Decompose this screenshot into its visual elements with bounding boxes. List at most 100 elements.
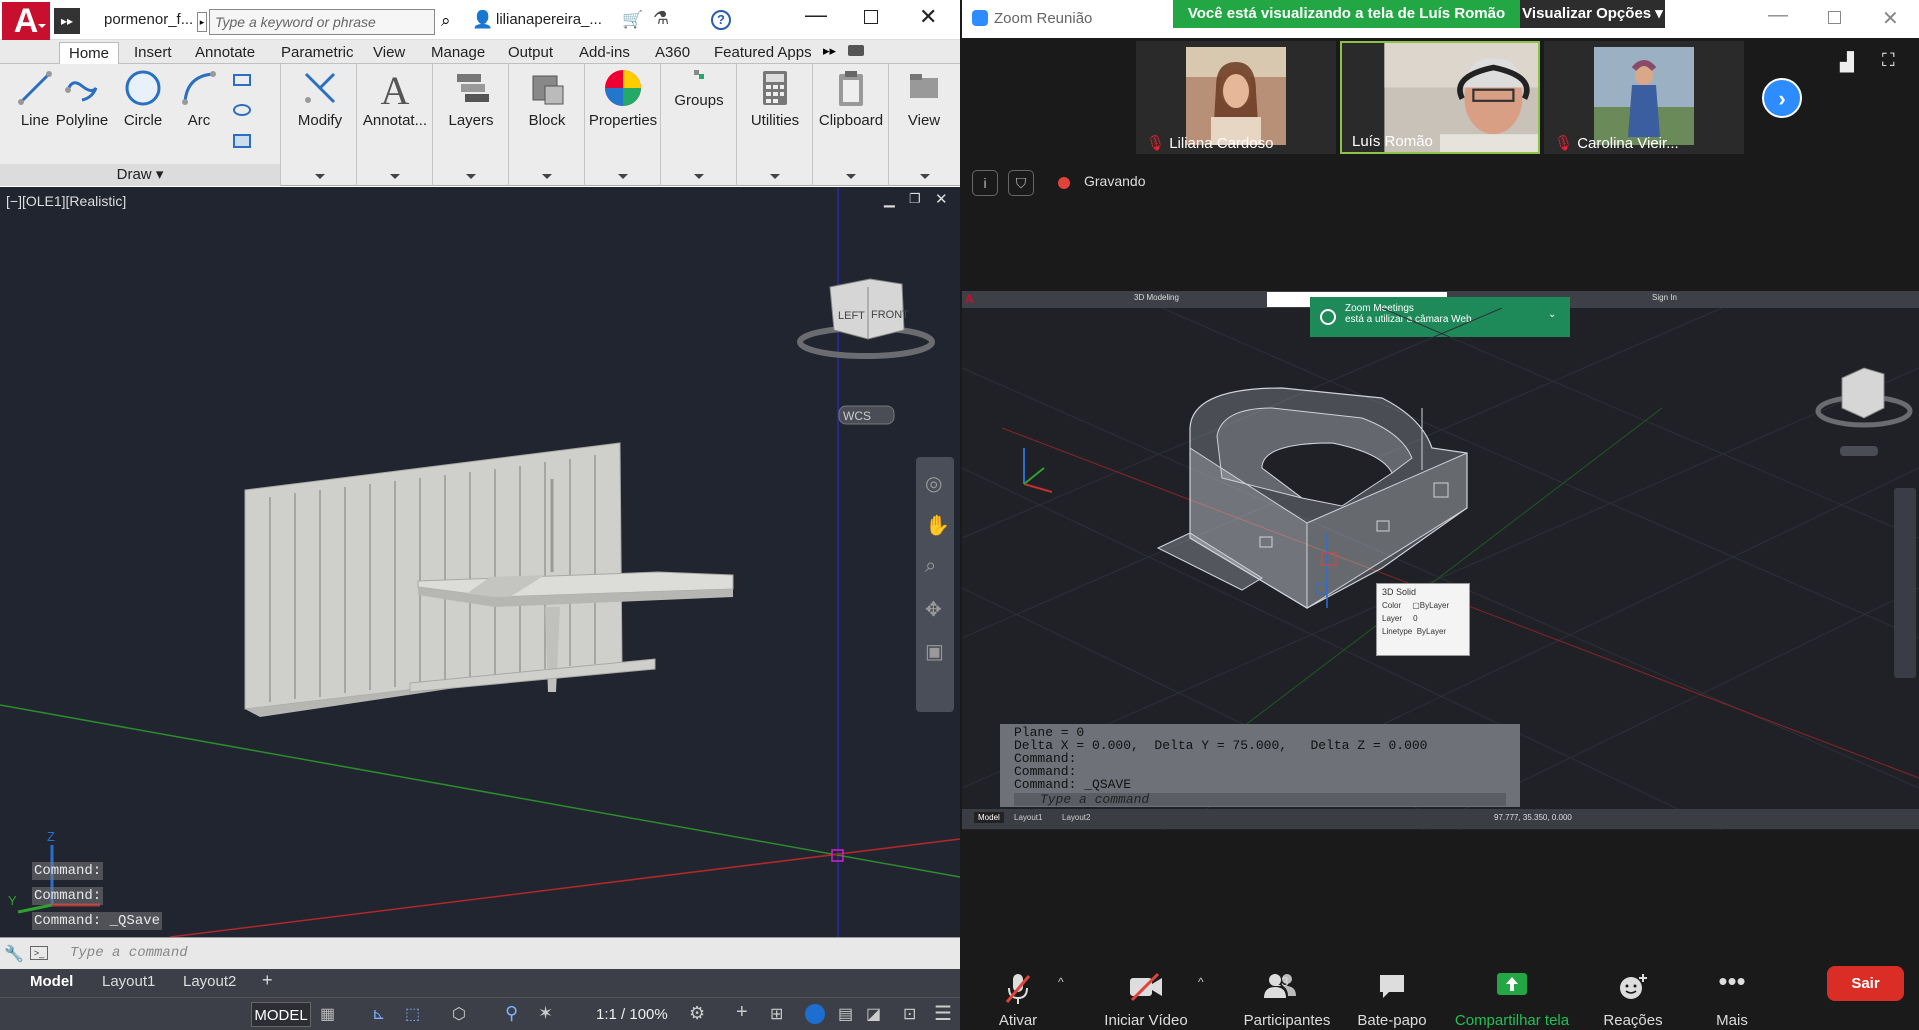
rectangle-icon[interactable]	[233, 74, 251, 86]
block-panel[interactable]: Block	[509, 64, 585, 186]
layers-tool[interactable]: Layers	[436, 68, 506, 129]
chevron-down-icon[interactable]	[770, 174, 780, 184]
hardware-accel-icon[interactable]	[805, 1004, 825, 1024]
steering-wheel-icon[interactable]: ◎	[925, 471, 942, 496]
tab-addins[interactable]: Add-ins	[570, 42, 639, 64]
tab-arrow-icon[interactable]: ▸	[197, 12, 207, 32]
block-tool[interactable]: Block	[512, 68, 582, 129]
view-options-button[interactable]: Visualizar Opções ▾	[1520, 0, 1665, 28]
fullscreen-icon[interactable]: ⊡	[903, 1004, 916, 1024]
tab-parametric[interactable]: Parametric	[272, 42, 363, 64]
showmotion-icon[interactable]: ▣	[925, 639, 944, 664]
chevron-down-icon[interactable]	[618, 174, 628, 184]
annotation-scale-icon[interactable]: ⚲	[505, 1003, 518, 1024]
tab-manage[interactable]: Manage	[422, 42, 494, 64]
chevron-down-icon[interactable]	[846, 174, 856, 184]
chevron-down-icon[interactable]	[694, 174, 704, 184]
participant-tile[interactable]: 🎙 Carolina Vieir...	[1544, 41, 1744, 154]
viewcube-left[interactable]: LEFT	[838, 310, 865, 322]
annotation-tool[interactable]: A Annotat...	[360, 68, 430, 129]
search-input[interactable]: Type a keyword or phrase	[209, 9, 435, 35]
snap-icon[interactable]: ⊾	[372, 1004, 385, 1024]
chevron-down-icon[interactable]	[390, 174, 400, 184]
pan-icon[interactable]: ✋	[925, 513, 950, 538]
grid-icon[interactable]: ▦	[320, 1004, 335, 1024]
model-viewport[interactable]: [−][OLE1][Realistic] ▁ ❐ ✕ LEFT FRONT WC…	[0, 187, 960, 937]
wcs-label[interactable]: WCS	[843, 409, 871, 423]
ui-elements-icon[interactable]: ⊞	[770, 1004, 783, 1024]
clean-screen-icon[interactable]: ◪	[866, 1004, 881, 1024]
workspace-gear-icon[interactable]: ⚙	[689, 1003, 705, 1024]
tab-view[interactable]: View	[364, 42, 414, 64]
wrench-icon[interactable]: 🔧	[4, 944, 24, 964]
participant-tile-active[interactable]: Luís Romão	[1340, 41, 1540, 154]
isometric-icon[interactable]: ⬡	[452, 1004, 466, 1024]
draw-panel-title[interactable]: Draw ▾	[0, 164, 280, 186]
chevron-down-icon[interactable]	[466, 174, 476, 184]
tab-a360[interactable]: A360	[646, 42, 699, 64]
maximize-icon[interactable]	[864, 10, 878, 24]
tab-layout1[interactable]: Layout1	[102, 973, 155, 990]
orbit-icon[interactable]: ✥	[925, 597, 942, 622]
leave-button[interactable]: Sair	[1827, 966, 1904, 1001]
customize-menu-icon[interactable]: ☰	[934, 1001, 952, 1026]
layers-panel[interactable]: Layers	[433, 64, 509, 186]
a360-icon[interactable]: ⚗	[653, 8, 669, 29]
viewport-scale[interactable]: 1:1 / 100%	[596, 1006, 668, 1023]
add-layout-icon[interactable]: +	[262, 970, 273, 991]
cart-icon[interactable]: 🛒	[622, 10, 643, 30]
info-icon[interactable]: i	[972, 170, 998, 196]
fullscreen-icon[interactable]: ⛶	[1882, 50, 1895, 71]
modify-panel[interactable]: Modify	[283, 64, 357, 186]
viewcube-front[interactable]: FRONT	[871, 309, 909, 321]
hatch-icon[interactable]	[233, 134, 251, 148]
chevron-up-icon[interactable]: ^	[1058, 975, 1064, 989]
tab-layout2[interactable]: Layout2	[183, 973, 236, 990]
minimize-icon[interactable]: —	[1768, 4, 1788, 27]
participant-tile[interactable]: 🎙 Liliana Cardoso	[1136, 41, 1336, 154]
polyline-tool[interactable]: Polyline	[47, 68, 117, 129]
clipboard-tool[interactable]: Clipboard	[816, 68, 886, 129]
model-space-button[interactable]: MODEL	[251, 1002, 311, 1027]
close-icon[interactable]: ✕	[1882, 6, 1899, 31]
utilities-panel[interactable]: Utilities	[737, 64, 813, 186]
command-prompt-icon[interactable]: >_	[30, 946, 48, 960]
properties-tool[interactable]: Properties	[588, 68, 658, 129]
annotation-visibility-icon[interactable]: ✶	[538, 1003, 553, 1024]
ortho-icon[interactable]: ⬚	[405, 1004, 420, 1024]
minimize-icon[interactable]: —	[805, 2, 827, 28]
add-icon[interactable]: +	[736, 1001, 748, 1024]
groups-panel[interactable]: Groups	[661, 64, 737, 186]
security-shield-icon[interactable]: ⛉	[1008, 170, 1034, 196]
arc-tool[interactable]: Arc	[164, 68, 234, 129]
tab-annotate[interactable]: Annotate	[186, 42, 264, 64]
tab-featured-apps[interactable]: Featured Apps	[705, 42, 821, 64]
command-line[interactable]: 🔧 >_ Type a command ▴	[0, 937, 960, 969]
user-icon[interactable]: 👤	[472, 10, 493, 30]
autocad-logo[interactable]: A	[2, 2, 50, 40]
modify-tool[interactable]: Modify	[285, 68, 355, 129]
expand-icon[interactable]: ▸▸	[54, 8, 80, 34]
command-input[interactable]: Type a command	[70, 945, 188, 961]
panel-toggle-icon[interactable]	[848, 45, 864, 56]
chevron-up-icon[interactable]: ^	[1198, 975, 1204, 989]
groups-tool[interactable]: Groups	[664, 68, 734, 109]
chevron-down-icon[interactable]	[542, 174, 552, 184]
help-icon[interactable]: ?	[711, 10, 731, 30]
properties-panel[interactable]: Properties	[585, 64, 661, 186]
close-icon[interactable]: ✕	[919, 4, 937, 30]
isolate-icon[interactable]: ▤	[838, 1004, 853, 1024]
chevron-down-icon[interactable]	[920, 174, 930, 184]
tab-home[interactable]: Home	[59, 42, 120, 64]
gallery-view-icon[interactable]: ▟	[1840, 52, 1854, 73]
tab-model[interactable]: Model	[30, 973, 73, 990]
file-tab[interactable]: pormenor_f...	[104, 11, 193, 28]
more-tabs-icon[interactable]: ▸▸	[823, 43, 836, 59]
tab-output[interactable]: Output	[499, 42, 562, 64]
annotation-panel[interactable]: A Annotat...	[357, 64, 433, 186]
chevron-down-icon[interactable]	[315, 174, 325, 184]
tab-insert[interactable]: Insert	[125, 42, 181, 64]
view-panel[interactable]: View	[889, 64, 960, 186]
binoculars-icon[interactable]: ⌕	[441, 11, 451, 31]
maximize-icon[interactable]	[1828, 11, 1841, 24]
